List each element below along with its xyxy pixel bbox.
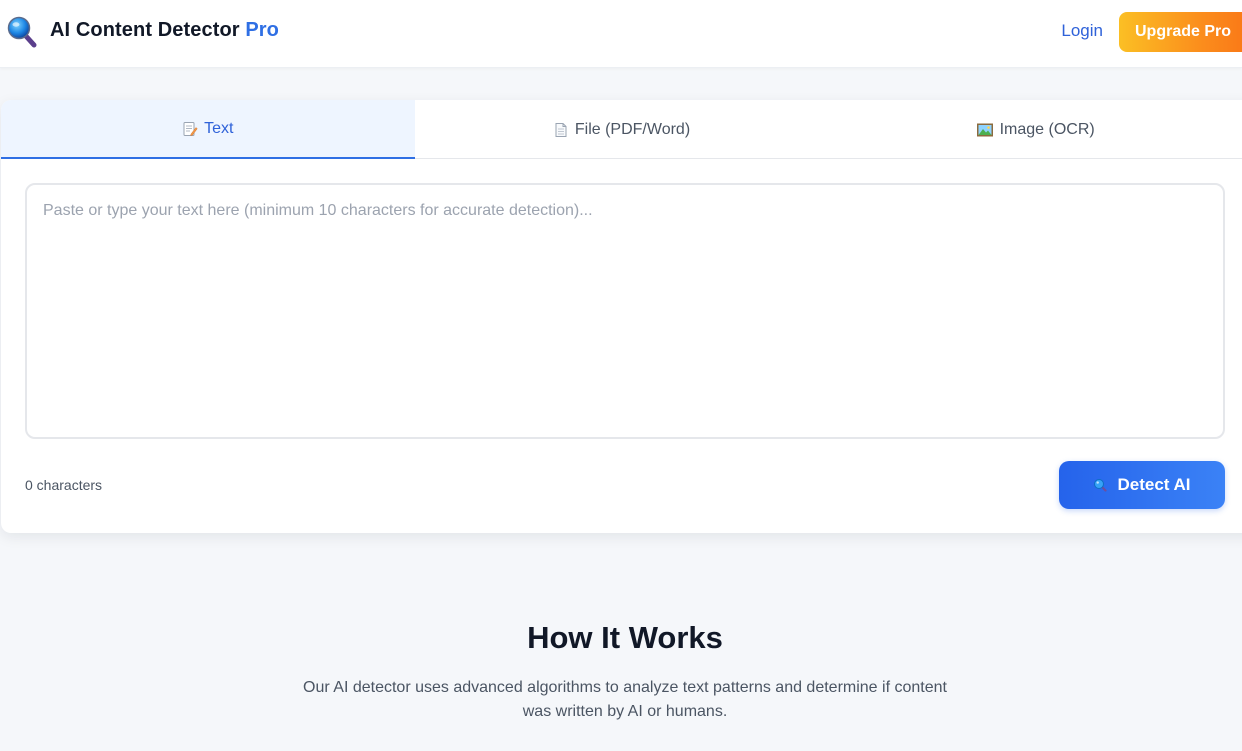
brand-title[interactable]: AI Content Detector Pro (50, 19, 279, 42)
tab-file-label: File (PDF/Word) (574, 120, 691, 138)
magnifier-icon (1093, 478, 1108, 492)
logo[interactable] (6, 16, 38, 48)
upgrade-pro-button[interactable]: Upgrade Pro (1119, 12, 1242, 52)
document-icon (553, 122, 569, 138)
tab-file[interactable]: File (PDF/Word) (415, 100, 829, 159)
tab-image[interactable]: Image (OCR) (828, 100, 1242, 159)
character-count: 0 characters (25, 477, 103, 493)
picture-icon (976, 122, 994, 138)
brand-main: AI Content Detector (50, 19, 240, 41)
memo-icon (182, 121, 198, 137)
detect-ai-button[interactable]: Detect AI (1059, 461, 1225, 509)
top-header: AI Content Detector Pro Login Upgrade Pr… (0, 0, 1242, 68)
tab-text[interactable]: Text (1, 100, 415, 159)
magnifier-icon (6, 16, 38, 48)
login-link[interactable]: Login (1061, 21, 1103, 41)
how-it-works-title: How It Works (527, 620, 723, 655)
detect-ai-label: Detect AI (1117, 475, 1191, 494)
brand-accent: Pro (245, 19, 279, 41)
input-tabs: Text File (PDF/Word) Image (OCR) (1, 100, 1242, 159)
how-it-works-description: Our AI detector uses advanced algorithms… (303, 679, 947, 720)
tab-image-label: Image (OCR) (999, 120, 1095, 138)
detector-card: Text File (PDF/Word) Image (OCR) Paste o… (1, 100, 1242, 533)
text-input[interactable] (25, 183, 1225, 439)
tab-text-label: Text (204, 119, 234, 137)
